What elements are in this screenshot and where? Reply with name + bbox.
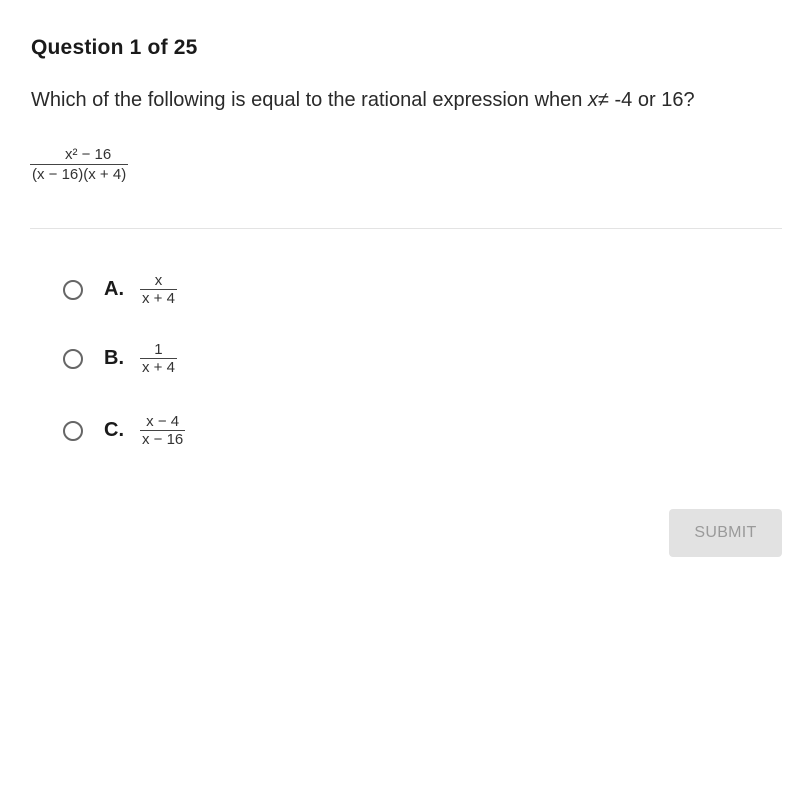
option-fraction: x − 4 x − 16	[140, 413, 186, 448]
expression-denominator: (x − 16)(x + 4)	[32, 166, 127, 183]
option-letter: C.	[104, 419, 124, 441]
answer-option-b[interactable]: B. 1 x + 4	[63, 341, 177, 376]
option-denominator: x + 4	[142, 359, 175, 376]
option-numerator: x	[154, 272, 163, 289]
option-denominator: x − 16	[142, 431, 184, 448]
submit-button[interactable]: SUBMIT	[669, 509, 782, 557]
radio-button[interactable]	[63, 279, 83, 300]
question-counter: Question 1 of 25	[31, 36, 198, 59]
option-numerator: 1	[154, 341, 163, 358]
answer-option-a[interactable]: A. x x + 4	[63, 272, 177, 307]
option-letter: B.	[104, 347, 124, 369]
radio-button[interactable]	[63, 420, 83, 441]
expression-numerator: x² − 16	[64, 146, 112, 163]
option-letter: A.	[104, 278, 124, 300]
question-prompt: Which of the following is equal to the r…	[31, 89, 695, 112]
radio-button[interactable]	[63, 348, 83, 369]
prompt-text: Which of the following is equal to the r…	[31, 89, 588, 111]
rational-expression: x² − 16 (x − 16)(x + 4)	[30, 146, 129, 185]
option-numerator: x − 4	[146, 413, 180, 430]
option-denominator: x + 4	[142, 290, 175, 307]
answer-option-c[interactable]: C. x − 4 x − 16	[63, 413, 186, 448]
divider	[30, 228, 782, 229]
option-fraction: 1 x + 4	[140, 341, 177, 376]
option-fraction: x x + 4	[140, 272, 177, 307]
prompt-variable: x	[587, 89, 598, 111]
prompt-text-end: -4 or 16?	[608, 89, 695, 111]
not-equal-symbol: ≠	[597, 89, 609, 111]
